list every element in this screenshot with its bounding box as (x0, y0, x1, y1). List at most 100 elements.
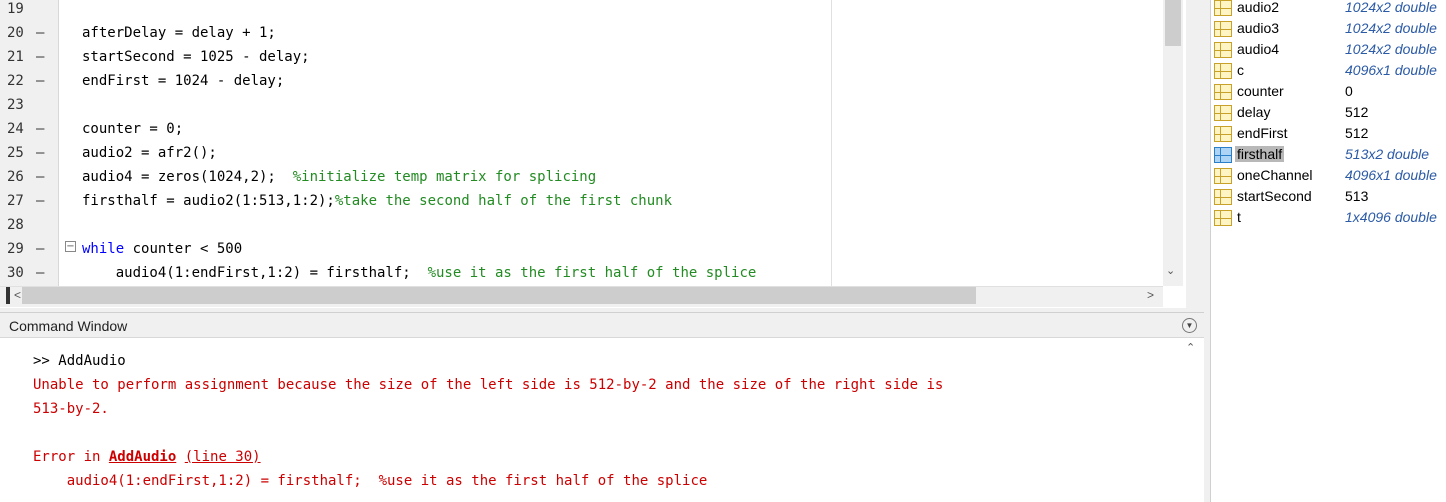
workspace-row-audio3[interactable]: audio3 1024x2 double (1211, 19, 1446, 40)
workspace-row-delay[interactable]: delay 512 (1211, 103, 1446, 124)
editor-horizontal-scroll-thumb[interactable] (22, 287, 976, 304)
line-number: 22 (7, 73, 24, 89)
code-line[interactable]: while counter < 500 (82, 241, 242, 257)
editor-vertical-scroll-thumb[interactable] (1165, 0, 1181, 46)
variable-value: 513x2 double (1345, 146, 1430, 162)
line-number: 26 (7, 169, 24, 185)
breakpoint-marker[interactable]: – (36, 121, 44, 137)
variable-name: firsthalf (1235, 146, 1285, 162)
error-code-line: audio4(1:endFirst,1:2) = firsthalf; %use… (33, 473, 708, 489)
code-line[interactable]: audio4 = zeros(1024,2); %initialize temp… (82, 169, 596, 185)
variable-value: 1024x2 double (1345, 20, 1437, 36)
code-text: counter = 0; (82, 121, 184, 137)
matrix-variable-icon (1214, 84, 1232, 100)
variable-name: t (1237, 209, 1241, 225)
variable-value: 1x4096 double (1345, 209, 1437, 225)
code-text: audio4 = zeros(1024,2); (82, 169, 293, 185)
line-number: 21 (7, 49, 24, 65)
variable-name: audio4 (1237, 41, 1280, 57)
line-number: 20 (7, 25, 24, 41)
matrix-variable-icon (1214, 105, 1232, 121)
breakpoint-marker[interactable]: – (36, 265, 44, 281)
code-line[interactable]: endFirst = 1024 - delay; (82, 73, 284, 89)
cursor-marker (6, 287, 10, 304)
breakpoint-marker[interactable]: – (36, 169, 44, 185)
command-window-title: Command Window (9, 318, 128, 334)
matrix-variable-icon (1214, 126, 1232, 142)
line-number: 19 (7, 1, 24, 17)
breakpoint-marker[interactable]: – (36, 241, 44, 257)
variable-name: oneChannel (1237, 167, 1313, 183)
code-line[interactable]: audio4(1:endFirst,1:2) = firsthalf; %use… (82, 265, 757, 281)
command-window-header: Command Window ▼ (0, 312, 1204, 338)
line-number: 29 (7, 241, 24, 257)
variable-value: 513 (1345, 188, 1369, 204)
matrix-variable-icon (1214, 21, 1232, 37)
code-line[interactable]: counter = 0; (82, 121, 183, 137)
line-number: 23 (7, 97, 24, 113)
workspace-row-startsecond[interactable]: startSecond 513 (1211, 187, 1446, 208)
breakpoint-marker[interactable]: – (36, 193, 44, 209)
fold-toggle-icon[interactable]: − (65, 241, 76, 252)
line-number: 27 (7, 193, 24, 209)
code-comment: %initialize temp matrix for splicing (292, 169, 597, 185)
code-line[interactable]: startSecond = 1025 - delay; (82, 49, 310, 65)
code-line[interactable]: afterDelay = delay + 1; (82, 25, 276, 41)
command-prompt: >> AddAudio (33, 353, 126, 369)
error-message-line1: Unable to perform assignment because the… (33, 377, 944, 393)
error-location: Error in AddAudio (line 30) (33, 449, 261, 465)
breakpoint-marker[interactable]: – (36, 145, 44, 161)
code-comment: %take the second half of the first chunk (334, 193, 673, 209)
variable-name: audio2 (1237, 0, 1280, 15)
error-message-line2: 513-by-2. (33, 401, 109, 417)
variable-value: 0 (1345, 83, 1353, 99)
workspace-row-counter[interactable]: counter 0 (1211, 82, 1446, 103)
scroll-left-icon[interactable]: < (14, 288, 21, 302)
workspace-row-audio2[interactable]: audio2 1024x2 double (1211, 0, 1446, 19)
matrix-variable-icon (1214, 189, 1232, 205)
workspace-panel: audio2 1024x2 double audio3 1024x2 double au… (1210, 0, 1446, 502)
panel-menu-icon[interactable]: ▼ (1182, 318, 1197, 333)
line-number: 30 (7, 265, 24, 281)
workspace-row-endfirst[interactable]: endFirst 512 (1211, 124, 1446, 145)
workspace-row-firsthalf[interactable]: firsthalf 513x2 double (1211, 145, 1446, 166)
variable-name: endFirst (1237, 125, 1288, 141)
workspace-row-audio4[interactable]: audio4 1024x2 double (1211, 40, 1446, 61)
matrix-variable-icon (1214, 42, 1232, 58)
matrix-variable-icon (1214, 63, 1232, 79)
scroll-right-icon[interactable]: > (1147, 288, 1154, 302)
matrix-variable-icon (1214, 0, 1232, 16)
editor-pane[interactable]: 19 20– afterDelay = delay + 1; 21– startSeco… (0, 0, 1186, 308)
variable-value: 1024x2 double (1345, 41, 1437, 57)
breakpoint-marker[interactable]: – (36, 73, 44, 89)
variable-value: 512 (1345, 104, 1369, 120)
breakpoint-marker[interactable]: – (36, 25, 44, 41)
code-text: audio2 = afr2(); (82, 145, 217, 161)
variable-name: delay (1237, 104, 1271, 120)
workspace-row-onechannel[interactable]: oneChannel 4096x1 double (1211, 166, 1446, 187)
command-scroll-up-icon[interactable]: ⌃ (1186, 341, 1195, 354)
matrix-variable-icon (1214, 210, 1232, 226)
line-number: 28 (7, 217, 24, 233)
code-text: endFirst = 1024 - delay; (82, 73, 285, 89)
command-window[interactable]: >> AddAudio Unable to perform assignment… (0, 338, 1204, 502)
code-line[interactable]: firsthalf = audio2(1:513,1:2);%take the … (82, 193, 672, 209)
code-text: counter < 500 (124, 241, 243, 257)
workspace-row-t[interactable]: t 1x4096 double (1211, 208, 1446, 229)
scroll-down-icon[interactable]: ⌄ (1166, 264, 1175, 277)
variable-name: counter (1237, 83, 1284, 99)
right-margin-line (831, 0, 832, 286)
variable-name: c (1237, 62, 1244, 78)
code-text: firsthalf = audio2(1:513,1:2); (82, 193, 335, 209)
error-function-link[interactable]: AddAudio (109, 449, 176, 465)
breakpoint-marker[interactable]: – (36, 49, 44, 65)
line-number: 25 (7, 145, 24, 161)
code-comment: %use it as the first half of the splice (427, 265, 757, 281)
workspace-row-c[interactable]: c 4096x1 double (1211, 61, 1446, 82)
variable-value: 4096x1 double (1345, 62, 1437, 78)
code-line[interactable]: audio2 = afr2(); (82, 145, 217, 161)
matrix-variable-icon (1214, 147, 1232, 163)
error-line-link[interactable]: (line 30) (185, 449, 261, 465)
code-text: audio4(1:endFirst,1:2) = firsthalf; (82, 265, 428, 281)
variable-value: 1024x2 double (1345, 0, 1437, 15)
